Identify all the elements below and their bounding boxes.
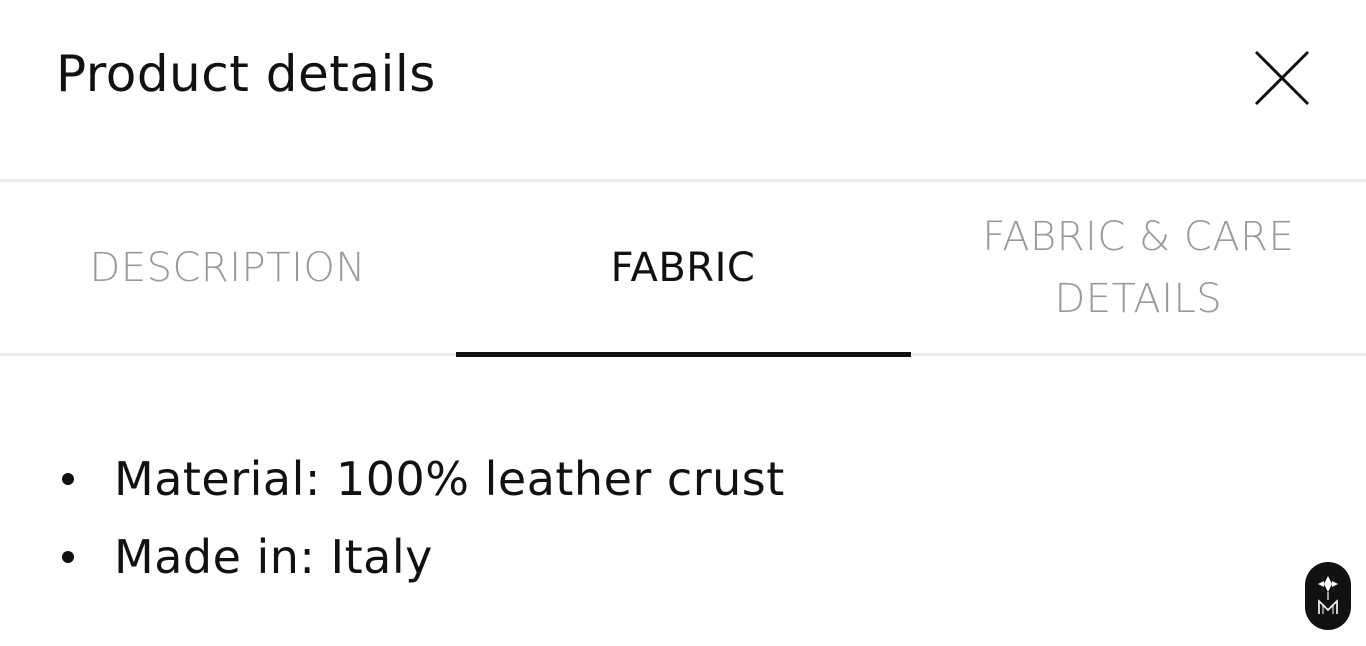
material-text: Material: 100% leather crust	[114, 452, 785, 506]
tab-description[interactable]: DESCRIPTION	[0, 182, 455, 354]
floating-brand-button[interactable]	[1305, 562, 1351, 630]
fabric-details-list: Material: 100% leather crust Made in: It…	[56, 440, 1256, 596]
tab-fabric[interactable]: FABRIC	[455, 182, 910, 354]
close-icon	[1254, 50, 1310, 106]
tab-label: FABRIC & CARE DETAILS	[982, 214, 1295, 322]
bullet-icon	[62, 473, 74, 485]
active-tab-indicator	[456, 352, 911, 357]
tab-label: FABRIC	[610, 245, 756, 291]
close-button[interactable]	[1250, 46, 1314, 110]
bullet-icon	[62, 551, 74, 563]
origin-text: Made in: Italy	[114, 530, 433, 584]
page-title: Product details	[56, 45, 436, 103]
tab-fabric-care-details[interactable]: FABRIC & CARE DETAILS	[911, 182, 1366, 354]
list-item: Material: 100% leather crust	[56, 440, 1256, 518]
tab-bar: DESCRIPTION FABRIC FABRIC & CARE DETAILS	[0, 182, 1366, 354]
list-item: Made in: Italy	[56, 518, 1256, 596]
brand-logo-icon	[1318, 576, 1338, 614]
tab-content-fabric: Material: 100% leather crust Made in: It…	[56, 440, 1256, 596]
dialog-header: Product details	[0, 0, 1366, 180]
tab-label: DESCRIPTION	[89, 245, 366, 291]
